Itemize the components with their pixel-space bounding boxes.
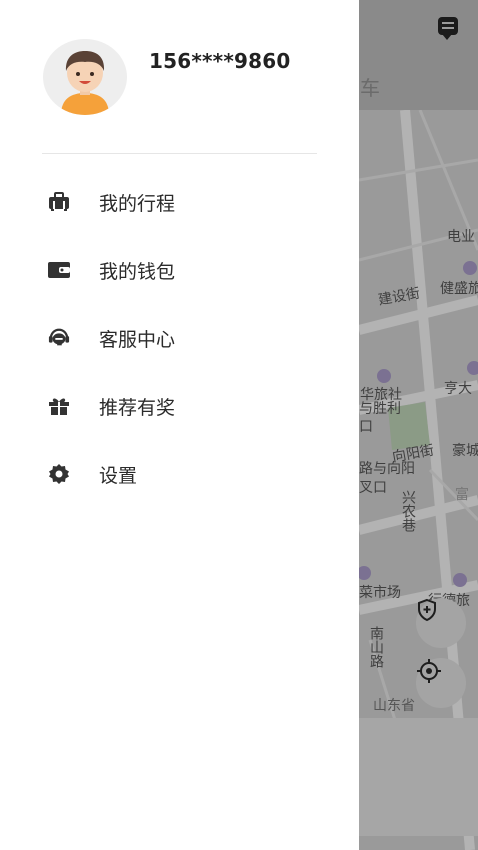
map-label: 兴农巷 <box>400 490 416 532</box>
menu-item-label: 推荐有奖 <box>99 396 176 419</box>
map-label: 富 <box>455 487 469 503</box>
map-label: 豪城 <box>452 443 478 459</box>
menu-item-settings[interactable]: 设置 <box>0 440 359 508</box>
user-avatar-icon <box>61 51 109 115</box>
user-phone[interactable]: 156****9860 <box>149 49 290 73</box>
map-label: 山东省 <box>373 698 415 714</box>
message-icon[interactable] <box>438 17 458 40</box>
shield-icon <box>418 598 436 622</box>
map-tab-label[interactable]: 车 <box>360 72 380 101</box>
map-label: 电业 <box>447 229 475 245</box>
map-label: 口 <box>359 419 373 435</box>
map-label: 与胜利 <box>359 401 401 417</box>
side-drawer: 156****9860 我的行程 我的钱包 客服中心 推荐有奖 设置 <box>0 0 359 850</box>
menu-item-referral[interactable]: 推荐有奖 <box>0 372 359 440</box>
gift-icon <box>48 395 70 417</box>
headset-icon <box>48 327 70 349</box>
menu-item-wallet[interactable]: 我的钱包 <box>0 236 359 304</box>
crosshair-icon <box>417 659 441 683</box>
safety-shield-button[interactable] <box>416 598 466 648</box>
menu-item-trips[interactable]: 我的行程 <box>0 168 359 236</box>
menu-item-customer-service[interactable]: 客服中心 <box>0 304 359 372</box>
wallet-icon <box>48 259 70 281</box>
map-label: 南山路 <box>368 626 384 668</box>
map-label: 路与向阳 <box>359 461 415 477</box>
gear-icon <box>48 463 70 485</box>
map-label: 亨大 <box>444 381 472 397</box>
locate-me-button[interactable] <box>416 658 466 708</box>
menu-item-label: 我的钱包 <box>99 260 176 283</box>
map-bottom-card <box>359 718 478 836</box>
menu-item-label: 设置 <box>99 464 138 487</box>
divider <box>42 153 317 154</box>
map-label: 叉口 <box>359 480 387 496</box>
avatar[interactable] <box>43 39 127 115</box>
map-label: 健盛旅 <box>440 281 478 297</box>
menu-item-label: 客服中心 <box>99 328 176 351</box>
drawer-menu: 我的行程 我的钱包 客服中心 推荐有奖 设置 <box>0 168 359 508</box>
menu-item-label: 我的行程 <box>99 192 176 215</box>
briefcase-icon <box>48 191 70 213</box>
map-label: 菜市场 <box>359 585 401 601</box>
